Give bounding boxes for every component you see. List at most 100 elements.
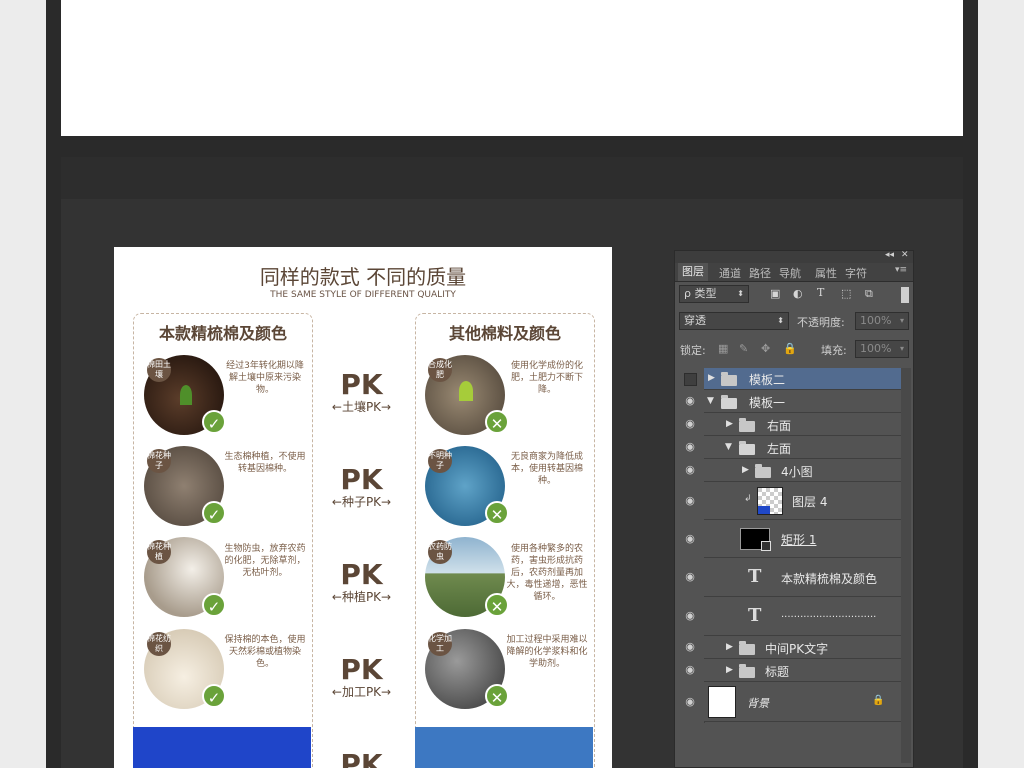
eye-icon[interactable]: ◉ — [683, 610, 697, 621]
left-margin — [0, 0, 46, 768]
stepper-icon: ⬍ — [777, 316, 784, 325]
eye-icon[interactable]: ◉ — [683, 495, 697, 506]
shape-thumbnail — [740, 528, 771, 551]
item-desc: 生物防虫，放弃农药的化肥，无除草剂，无枯叶剂。 — [224, 544, 306, 578]
adjustment-filter-icon[interactable]: ◐ — [793, 287, 803, 300]
chevron-down-icon: ▾ — [899, 344, 904, 353]
text-layer-icon: T — [748, 605, 762, 626]
eye-icon[interactable]: ◉ — [683, 441, 697, 452]
layer-row-right-side[interactable]: ◉ ▶ 右面 — [685, 413, 901, 436]
tab-layers[interactable]: 图层 — [678, 263, 708, 281]
lock-label: 锁定: — [680, 344, 706, 357]
layer-row-left-side[interactable]: ◉ ▼ 左面 — [685, 436, 901, 459]
chevron-right-icon[interactable]: ▶ — [742, 465, 749, 475]
check-icon: ✓ — [202, 684, 226, 708]
chevron-right-icon[interactable]: ▶ — [726, 665, 733, 675]
tab-character[interactable]: 字符 — [845, 265, 867, 281]
chevron-down-icon[interactable]: ▼ — [707, 396, 714, 406]
layer-row-middle-pk[interactable]: ◉ ▶ 中间PK文字 — [685, 636, 901, 659]
item-desc: 使用各种繁多的农药，害虫形成抗药后，农药剂量再加大，毒性递增，恶性循环。 — [506, 544, 588, 602]
lock-icon: 🔒 — [872, 695, 885, 706]
item-desc: 使用化学成份的化肥，土肥力不断下降。 — [510, 361, 583, 395]
opacity-field[interactable]: 100% ▾ — [855, 312, 909, 330]
layer-row-title[interactable]: ◉ ▶ 标题 — [685, 659, 901, 682]
layer-row-layer4[interactable]: ◉ ↲ 图层 4 — [685, 482, 901, 520]
collapse-icon[interactable]: ◂◂ — [885, 250, 894, 260]
tab-properties[interactable]: 属性 — [815, 265, 837, 281]
eye-icon[interactable]: ◉ — [683, 533, 697, 544]
layer-row-template2[interactable]: ▶ 模板二 — [684, 368, 901, 390]
eye-icon[interactable]: ◉ — [683, 464, 697, 475]
layer-row-text-heading[interactable]: ◉ T 本款精梳棉及颜色 — [685, 558, 901, 597]
fill-field[interactable]: 100% ▾ — [855, 340, 909, 358]
item-desc: 生态棉种植，不使用转基因棉种。 — [224, 452, 306, 474]
pk-label: PK ←加工PK→ — [331, 653, 392, 700]
folder-icon — [739, 418, 755, 432]
filter-select[interactable]: ρ 类型 ⬍ — [679, 285, 749, 303]
tab-paths[interactable]: 路径 — [749, 265, 771, 281]
layer-row-text-dots[interactable]: ◉ T .............................. — [685, 597, 901, 636]
chevron-down-icon[interactable]: ▼ — [725, 442, 732, 452]
pk-label: PK ←种子PK→ — [331, 463, 392, 510]
design-document[interactable]: 同样的款式 不同的质量 THE SAME STYLE OF DIFFERENT … — [114, 247, 612, 768]
smart-object-filter-icon[interactable]: ⧉ — [865, 287, 873, 301]
filter-row: ρ 类型 ⬍ ▣ ◐ T ⬚ ⧉ — [675, 282, 913, 308]
visibility-off-box[interactable] — [684, 373, 697, 386]
item-desc: 加工过程中采用难以降解的化学浆料和化学助剂。 — [506, 635, 588, 669]
blend-mode-select[interactable]: 穿透 ⬍ — [679, 312, 789, 330]
layer-row-4-images[interactable]: ◉ ▶ 4小图 — [685, 459, 901, 482]
check-icon: ✓ — [202, 410, 226, 434]
type-filter-icon[interactable]: T — [817, 286, 824, 299]
close-icon[interactable]: ✕ — [901, 250, 909, 260]
layer-row-rect1[interactable]: ◉ 矩形 1 — [685, 520, 901, 558]
item-tag: 棉花种植 — [147, 540, 171, 564]
item-tag: 化学加工 — [428, 632, 452, 656]
lock-pixels-icon[interactable]: ✎ — [739, 342, 748, 355]
lock-all-icon[interactable]: 🔒 — [783, 342, 797, 355]
item-tag: 合成化肥 — [428, 358, 452, 382]
tab-navigator[interactable]: 导航 — [779, 265, 801, 281]
panel-titlebar: ◂◂ ✕ — [675, 250, 913, 263]
left-fabric-swatch — [133, 727, 311, 768]
item-tag: 农药防虫 — [428, 540, 452, 564]
pk-label: PK — [340, 748, 383, 768]
shape-filter-icon[interactable]: ⬚ — [841, 287, 851, 300]
layer-row-background[interactable]: ◉ 背景 🔒 — [685, 682, 901, 722]
eye-icon[interactable]: ◉ — [683, 641, 697, 652]
background-thumbnail — [708, 686, 736, 718]
check-icon: ✓ — [202, 501, 226, 525]
chevron-right-icon[interactable]: ▶ — [726, 419, 733, 429]
item-tag: 棉田土壤 — [147, 358, 171, 382]
opacity-label: 不透明度: — [797, 316, 845, 329]
eye-icon[interactable]: ◉ — [683, 418, 697, 429]
chevron-down-icon: ▾ — [899, 316, 904, 325]
item-desc: 保持棉的本色，使用天然彩棉或植物染色。 — [224, 635, 306, 669]
doc-subtitle: THE SAME STYLE OF DIFFERENT QUALITY — [270, 290, 456, 300]
chevron-right-icon[interactable]: ▶ — [708, 373, 715, 383]
eye-icon[interactable]: ◉ — [683, 571, 697, 582]
lock-position-icon[interactable]: ✥ — [761, 342, 770, 355]
eye-icon[interactable]: ◉ — [683, 395, 697, 406]
lock-transparent-icon[interactable]: ▦ — [718, 342, 728, 355]
pk-label: PK ←土壤PK→ — [331, 368, 392, 415]
item-desc: 无良商家为降低成本，使用转基因棉种。 — [510, 452, 583, 486]
layer-row-template1[interactable]: ◉ ▼ 模板一 — [685, 390, 901, 413]
chevron-right-icon[interactable]: ▶ — [726, 642, 733, 652]
layers-scrollbar[interactable] — [901, 368, 911, 763]
filter-toggle[interactable] — [901, 287, 909, 303]
eye-icon[interactable]: ◉ — [683, 664, 697, 675]
cross-icon: ✕ — [485, 410, 509, 434]
image-filter-icon[interactable]: ▣ — [770, 287, 780, 300]
layer-thumbnail — [757, 487, 783, 515]
panel-menu-icon[interactable]: ▾≡ — [895, 265, 907, 275]
eye-icon[interactable]: ◉ — [683, 696, 697, 707]
right-margin — [978, 0, 1024, 768]
top-canvas — [61, 0, 963, 136]
layers-panel[interactable]: ◂◂ ✕ 图层 通道 路径 导航 属性 字符 ▾≡ ρ 类型 ⬍ ▣ ◐ T ⬚… — [674, 250, 914, 768]
open-folder-icon — [721, 395, 737, 409]
tab-channels[interactable]: 通道 — [719, 265, 741, 281]
panel-tabs: 图层 通道 路径 导航 属性 字符 ▾≡ — [675, 263, 913, 282]
folder-icon — [721, 372, 737, 386]
folder-icon — [739, 641, 755, 655]
fill-label: 填充: — [821, 344, 847, 357]
